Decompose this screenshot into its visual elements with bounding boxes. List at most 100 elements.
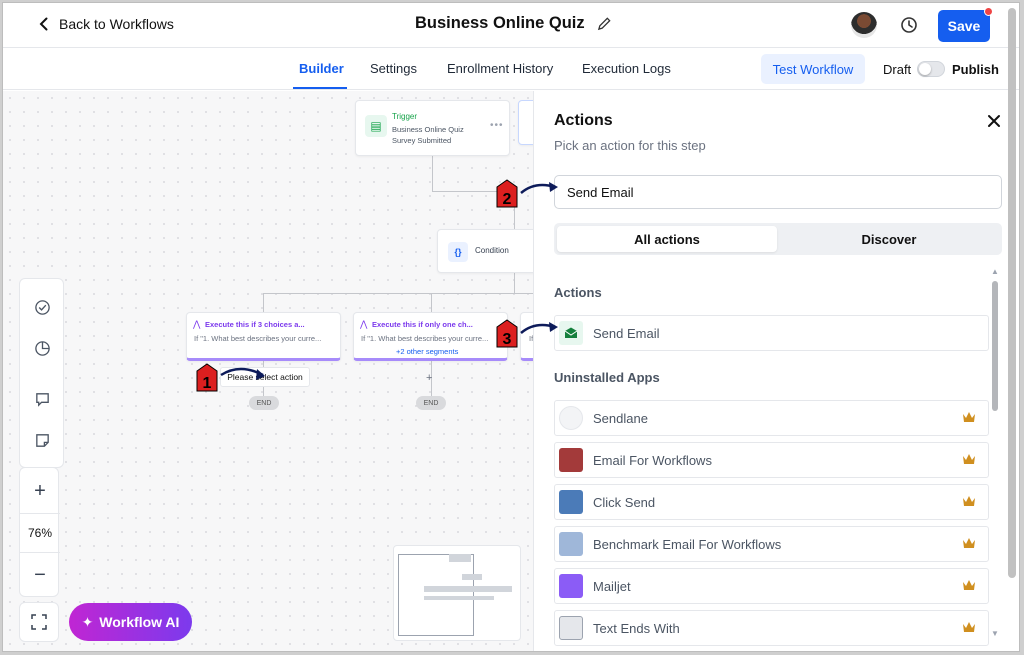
pie-chart-icon[interactable] [32, 338, 52, 358]
other-segments-link[interactable]: +2 other segments [396, 347, 458, 356]
sticky-note-icon[interactable] [32, 430, 52, 450]
branch-title: Execute this if only one ch... [372, 320, 473, 329]
send-email-action[interactable]: Send Email [554, 315, 989, 351]
app-row-benchmark-email[interactable]: Benchmark Email For Workflows [554, 526, 989, 562]
zoom-controls: + 76% − [19, 467, 60, 597]
zoom-level: 76% [20, 513, 60, 553]
sendlane-logo-icon [559, 406, 583, 430]
tab-all-actions[interactable]: All actions [557, 226, 777, 252]
comment-icon[interactable] [32, 389, 52, 409]
top-bar: Back to Workflows Business Online Quiz S… [3, 3, 1019, 48]
scroll-thumb[interactable] [992, 281, 998, 411]
scroll-down-icon[interactable]: ▼ [991, 629, 999, 638]
add-step-icon[interactable]: + [426, 372, 432, 384]
crown-icon [963, 412, 975, 422]
scroll-up-icon[interactable]: ▲ [991, 267, 999, 276]
annotation-number: 1 [203, 375, 212, 392]
app-label: Sendlane [593, 410, 648, 426]
more-options-icon[interactable]: ••• [490, 120, 504, 131]
trigger-node[interactable]: ▤ Trigger Business Online Quiz Survey Su… [355, 100, 510, 156]
crown-icon [963, 538, 975, 548]
actions-panel: Actions Pick an action for this step Sen… [533, 91, 1008, 651]
annotation-marker-1: 1 [196, 363, 265, 392]
window-scrollbar[interactable] [1008, 8, 1016, 578]
uninstalled-apps-label: Uninstalled Apps [554, 370, 660, 385]
connector-line [514, 273, 515, 293]
action-segment-tabs: All actions Discover [554, 223, 1002, 255]
workflow-ai-label: Workflow AI [99, 614, 180, 630]
branch-condition: If "1. What best describes your curre... [194, 334, 322, 343]
text-ends-logo-icon [559, 616, 583, 640]
app-window: Back to Workflows Business Online Quiz S… [2, 2, 1020, 652]
clicksend-logo-icon [559, 490, 583, 514]
app-label: Mailjet [593, 578, 631, 594]
publish-label: Publish [952, 62, 999, 77]
annotation-marker-3: 3 [496, 319, 558, 348]
branch-condition: If "1. What best describes your curre... [361, 334, 489, 343]
benchmark-logo-icon [559, 532, 583, 556]
app-label: Text Ends With [593, 620, 680, 636]
action-search-input[interactable]: Send Email [554, 175, 1002, 209]
edit-pencil-icon[interactable] [597, 16, 612, 31]
tab-builder[interactable]: Builder [299, 61, 344, 76]
add-trigger-node[interactable] [518, 100, 533, 145]
app-label: Click Send [593, 494, 656, 510]
zoom-in-button[interactable]: + [20, 471, 60, 511]
chevron-left-icon [39, 17, 48, 31]
close-icon[interactable] [987, 114, 1001, 128]
workflow-ai-button[interactable]: ✦ Workflow AI [69, 603, 192, 641]
branch-node[interactable]: ⋀ Execute this if 3 choices a... If "1. … [186, 312, 341, 361]
action-label: Send Email [593, 325, 660, 341]
trigger-line-2: Survey Submitted [392, 136, 452, 145]
app-row-sendlane[interactable]: Sendlane [554, 400, 989, 436]
braces-icon: {} [448, 242, 468, 262]
condition-node[interactable]: {} Condition [437, 229, 533, 273]
email-workflows-logo-icon [559, 448, 583, 472]
connector-line [432, 156, 433, 191]
clipboard-icon: ▤ [365, 115, 387, 137]
branch-node[interactable]: ⋀ Execute this if only one ch... If "1. … [353, 312, 508, 361]
draft-label: Draft [883, 62, 912, 77]
publish-toggle[interactable] [917, 61, 945, 77]
user-avatar[interactable] [851, 12, 877, 38]
check-circle-icon[interactable] [32, 297, 52, 317]
back-to-workflows-link[interactable]: Back to Workflows [37, 16, 174, 32]
tab-enrollment-history[interactable]: Enrollment History [447, 61, 553, 76]
trigger-line-1: Business Online Quiz [392, 125, 464, 134]
canvas-toolbar [19, 278, 64, 468]
back-label: Back to Workflows [59, 16, 174, 32]
app-label: Email For Workflows [593, 452, 712, 468]
end-pill: END [249, 396, 279, 410]
end-pill: END [416, 396, 446, 410]
branch-split-icon: ⋀ [193, 319, 201, 329]
tab-execution-logs[interactable]: Execution Logs [582, 61, 671, 76]
panel-scrollbar[interactable]: ▲ ▼ [989, 267, 999, 641]
trigger-description: Business Online Quiz Survey Submitted [392, 124, 482, 146]
app-row-mailjet[interactable]: Mailjet [554, 568, 989, 604]
app-row-email-for-workflows[interactable]: Email For Workflows [554, 442, 989, 478]
annotation-number: 3 [503, 331, 512, 348]
tab-discover[interactable]: Discover [779, 226, 999, 252]
fit-screen-button[interactable] [19, 602, 59, 642]
crown-icon [963, 496, 975, 506]
app-row-text-ends-with[interactable]: Text Ends With [554, 610, 989, 646]
minimap-node [449, 554, 471, 562]
minimap[interactable] [393, 545, 521, 641]
minimap-node [424, 586, 512, 592]
branch-title: Execute this if 3 choices a... [205, 320, 305, 329]
app-row-click-send[interactable]: Click Send [554, 484, 989, 520]
workflow-title: Business Online Quiz [415, 14, 612, 33]
history-clock-icon[interactable] [899, 15, 919, 35]
save-button[interactable]: Save [938, 10, 990, 42]
branch-split-icon: ⋀ [360, 319, 368, 329]
minimap-node [462, 574, 482, 580]
sparkle-icon: ✦ [81, 613, 94, 630]
annotation-number: 2 [503, 191, 512, 208]
tab-settings[interactable]: Settings [370, 61, 417, 76]
panel-title: Actions [554, 112, 613, 129]
zoom-out-button[interactable]: − [20, 555, 60, 595]
connector-line [263, 293, 264, 312]
minimap-node [424, 596, 494, 600]
test-workflow-button[interactable]: Test Workflow [761, 54, 865, 84]
trigger-label: Trigger [392, 112, 418, 121]
